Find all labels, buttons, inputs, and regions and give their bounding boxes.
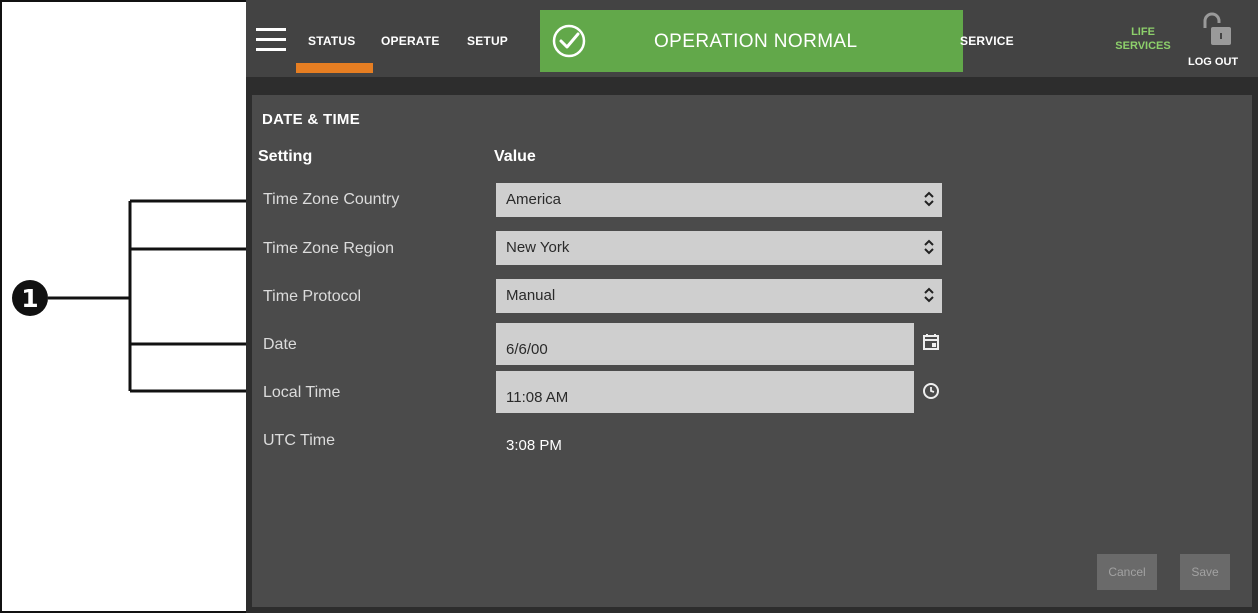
time-protocol-select[interactable]: Manual	[496, 279, 942, 313]
date-time-panel: DATE & TIME Setting Value Time Zone Coun…	[252, 95, 1252, 607]
time-zone-country-value: America	[506, 191, 562, 208]
active-tab-indicator	[296, 63, 373, 73]
callout-number: 1	[12, 280, 48, 316]
local-time-input[interactable]: 11:08 AM	[496, 371, 914, 413]
page-title: DATE & TIME	[262, 111, 361, 128]
cancel-button[interactable]: Cancel	[1097, 554, 1157, 590]
value-column-header: Value	[494, 148, 536, 165]
status-banner[interactable]: OPERATION NORMAL	[540, 10, 963, 72]
time-protocol-value: Manual	[506, 287, 556, 304]
life-services-link[interactable]: LIFE SERVICES	[1110, 25, 1176, 53]
date-input[interactable]: 6/6/00	[496, 323, 914, 365]
time-protocol-label: Time Protocol	[263, 288, 362, 305]
select-arrows-icon	[924, 191, 934, 207]
tab-status[interactable]: STATUS	[308, 34, 355, 48]
unlocked-padlock-icon[interactable]	[1199, 12, 1235, 48]
time-zone-country-label: Time Zone Country	[263, 191, 400, 208]
tab-setup[interactable]: SETUP	[467, 34, 508, 48]
clock-icon[interactable]	[922, 382, 940, 400]
utc-time-label: UTC Time	[263, 432, 335, 449]
time-zone-region-label: Time Zone Region	[263, 240, 395, 257]
tab-operate[interactable]: OPERATE	[381, 34, 440, 48]
select-arrows-icon	[924, 239, 934, 255]
status-text: OPERATION NORMAL	[654, 31, 858, 52]
setting-column-header: Setting	[258, 148, 313, 165]
time-zone-region-value: New York	[506, 239, 570, 256]
local-time-label: Local Time	[263, 384, 341, 401]
time-zone-region-select[interactable]: New York	[496, 231, 942, 265]
device-screen: STATUS OPERATE SETUP OPERATION NORMAL SE…	[246, 0, 1258, 613]
save-button[interactable]: Save	[1180, 554, 1230, 590]
top-navigation-bar: STATUS OPERATE SETUP OPERATION NORMAL SE…	[246, 0, 1258, 77]
select-arrows-icon	[924, 287, 934, 303]
hamburger-menu-icon[interactable]	[256, 28, 286, 54]
date-label: Date	[263, 336, 297, 353]
time-zone-country-select[interactable]: America	[496, 183, 942, 217]
check-circle-icon	[552, 24, 586, 58]
logout-button[interactable]: LOG OUT	[1188, 56, 1238, 68]
tab-service[interactable]: SERVICE	[960, 34, 1014, 48]
utc-time-value: 3:08 PM	[506, 437, 562, 454]
calendar-icon[interactable]	[922, 333, 940, 351]
